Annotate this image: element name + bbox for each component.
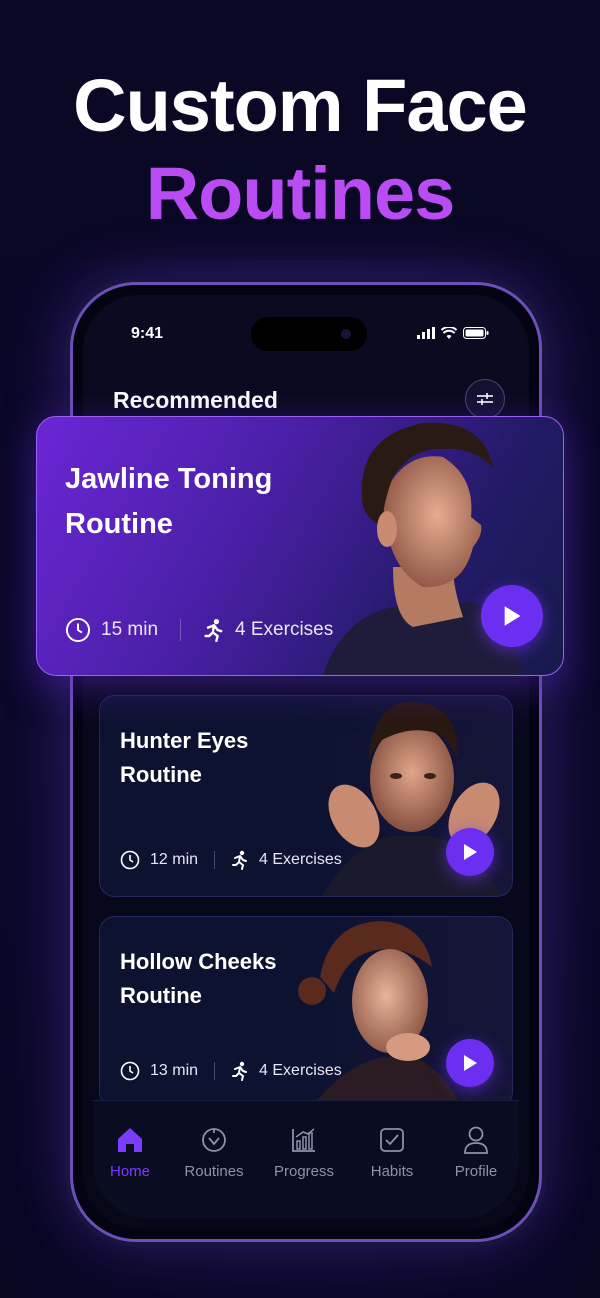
exercise-icon [231,850,249,870]
signal-icon [417,327,435,339]
tab-routines[interactable]: Routines [169,1123,259,1180]
play-button[interactable] [446,828,494,876]
sliders-icon [477,393,493,405]
clock-icon [65,617,91,643]
tab-habits[interactable]: Habits [347,1123,437,1180]
routine-duration: 13 min [150,1062,199,1079]
home-icon [118,1128,142,1152]
bottom-tab-bar: Home Routines Progress Habits Profile [93,1100,519,1219]
filter-button[interactable] [465,379,505,419]
routine-title: Hollow Cheeks Routine [120,949,277,1009]
play-icon [464,1055,477,1071]
routine-card-jawline-toning[interactable]: Jawline Toning Routine 15 min 4 Exercise… [36,416,564,676]
clock-icon [120,850,140,870]
section-title: Recommended [113,387,278,413]
routine-title: Hunter Eyes Routine [120,728,249,788]
play-icon [504,606,521,626]
tab-label: Home [109,1163,150,1180]
headline-line-1: Custom Face [73,64,528,147]
play-button[interactable] [446,1039,494,1087]
meta-divider [214,1062,216,1080]
battery-icon [463,327,489,339]
meta-divider [180,619,182,641]
tab-label: Profile [454,1163,498,1180]
tab-profile[interactable]: Profile [431,1123,521,1180]
tab-label: Habits [370,1163,414,1180]
routine-duration: 15 min [101,619,159,640]
headline-line-2: Routines [145,152,456,235]
routine-exercises: 4 Exercises [259,851,342,868]
tab-home[interactable]: Home [85,1123,175,1180]
tab-label: Progress [273,1163,335,1180]
profile-icon [464,1126,488,1154]
habits-icon [380,1128,404,1152]
routines-icon [202,1128,226,1152]
status-time: 9:41 [131,325,164,342]
dynamic-island [251,317,367,351]
routine-meta: 12 min 4 Exercises [120,850,342,870]
routine-card-hunter-eyes[interactable]: Hunter Eyes Routine 12 min 4 Exercises [99,695,513,897]
wifi-icon [441,327,457,339]
clock-icon [120,1061,140,1081]
routine-exercises: 4 Exercises [259,1062,342,1079]
status-icons [417,327,489,339]
play-icon [464,844,477,860]
exercise-icon [231,1061,249,1081]
meta-divider [214,851,216,869]
play-button[interactable] [481,585,543,647]
routine-card-hollow-cheeks[interactable]: Hollow Cheeks Routine 13 min 4 Exercises [99,916,513,1108]
tab-label: Routines [184,1163,244,1180]
routine-duration: 12 min [150,851,199,868]
progress-icon [292,1128,315,1152]
routine-meta: 15 min 4 Exercises [65,617,333,643]
routine-meta: 13 min 4 Exercises [120,1061,342,1081]
promo-headline: Custom Face Routines [0,62,600,238]
tab-progress[interactable]: Progress [259,1123,349,1180]
routine-title: Jawline Toning Routine [65,463,273,540]
exercise-icon [203,618,225,642]
routine-exercises: 4 Exercises [235,619,334,640]
